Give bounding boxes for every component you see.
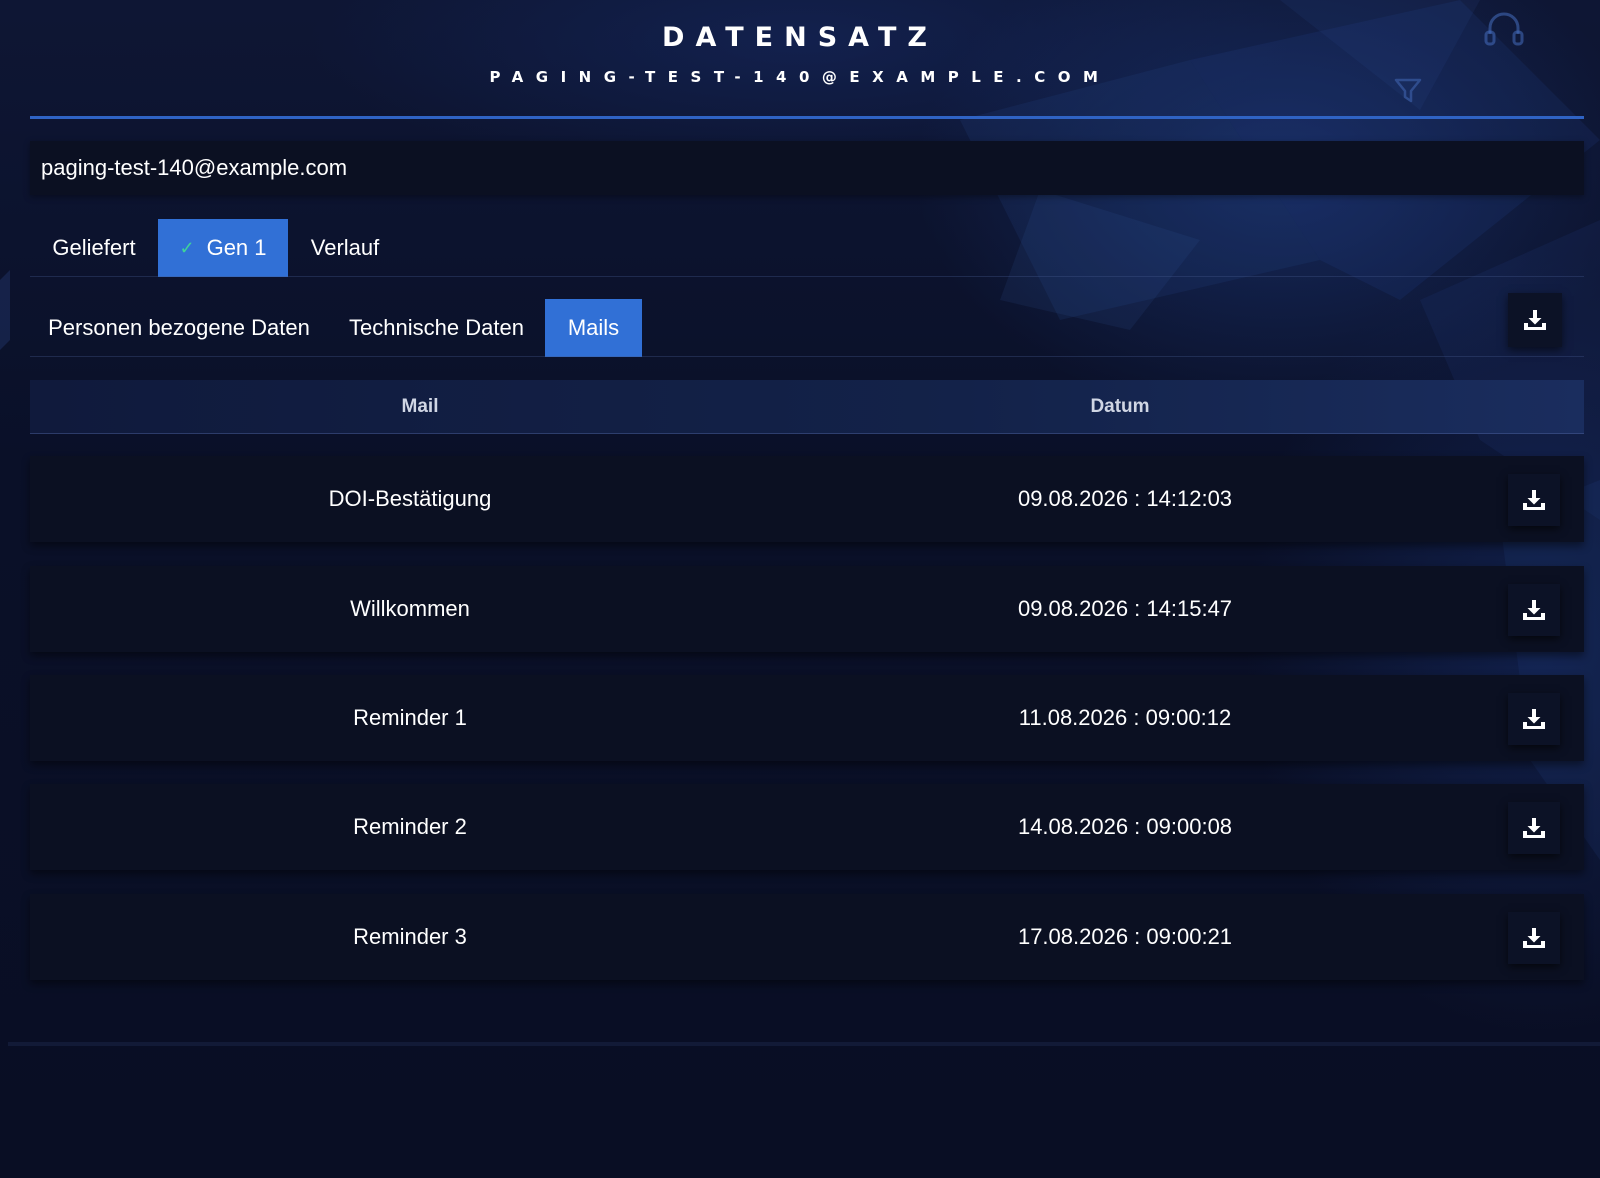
tab-geliefert[interactable]: Geliefert [30,219,158,277]
table-row: Reminder 3 17.08.2026 : 09:00:21 [30,894,1584,980]
date-cell: 11.08.2026 : 09:00:12 [1018,705,1232,730]
download-icon [1522,708,1546,730]
table-row: Reminder 1 11.08.2026 : 09:00:12 [30,675,1584,761]
tab-verlauf[interactable]: Verlauf [288,219,402,277]
download-mail-button[interactable] [1508,693,1560,745]
check-icon: ✓ [179,237,195,258]
section-tabs: Personen bezogene Daten Technische Daten… [30,299,642,357]
download-icon [1522,489,1546,511]
column-header-mail[interactable]: Mail [30,380,810,434]
date-cell: 17.08.2026 : 09:00:21 [1017,924,1233,949]
table-row: Willkommen 09.08.2026 : 14:15:47 [30,566,1584,652]
tab-technische-daten[interactable]: Technische Daten [328,299,545,357]
download-mail-button[interactable] [1508,912,1560,964]
download-icon [1523,309,1547,331]
table-header: Mail Datum [30,380,1584,434]
table-row: Reminder 2 14.08.2026 : 09:00:08 [30,784,1584,870]
tab-label: Geliefert [52,235,136,260]
date-cell: 14.08.2026 : 09:00:08 [1017,814,1233,839]
page-title: DATENSATZ [662,22,938,53]
headset-icon [1482,8,1526,55]
record-email-field: paging-test-140@example.com [30,141,1584,195]
tab-label: Personen bezogene Daten [48,315,310,340]
generation-tabs: Geliefert ✓ Gen 1 Verlauf [30,219,402,277]
download-icon [1522,599,1546,621]
tab-label: Verlauf [310,235,380,260]
tab-label: Mails [567,315,620,340]
table-row: DOI-Bestätigung 09.08.2026 : 14:12:03 [30,456,1584,542]
date-cell: 09.08.2026 : 14:15:47 [1017,596,1233,621]
mail-cell: Willkommen [350,596,470,621]
mail-cell: Reminder 2 [353,814,467,839]
download-icon [1522,817,1546,839]
tab-mails[interactable]: Mails [545,299,642,357]
tabs-divider [30,276,1584,277]
download-mail-button[interactable] [1508,802,1560,854]
date-cell: 09.08.2026 : 14:12:03 [1017,486,1233,511]
download-mail-button[interactable] [1508,584,1560,636]
header-divider [30,116,1584,119]
page-subtitle: PAGING-TEST-140@EXAMPLE.COM [489,68,1111,86]
page: DATENSATZ PAGING-TEST-140@EXAMPLE.COM pa… [0,0,1600,1178]
tab-gen-1[interactable]: ✓ Gen 1 [158,219,288,277]
download-mail-button[interactable] [1508,474,1560,526]
tab-label: Gen 1 [206,235,267,260]
mail-cell: DOI-Bestätigung [328,486,492,511]
mail-cell: Reminder 3 [353,924,467,949]
section-divider [30,356,1584,357]
column-header-datum[interactable]: Datum [810,380,1430,434]
download-icon [1522,927,1546,949]
mail-cell: Reminder 1 [353,705,467,730]
tab-label: Technische Daten [349,315,524,340]
tab-personen-bezogene-daten[interactable]: Personen bezogene Daten [30,299,328,357]
download-all-button[interactable] [1508,293,1562,347]
filter-icon [1393,76,1423,111]
